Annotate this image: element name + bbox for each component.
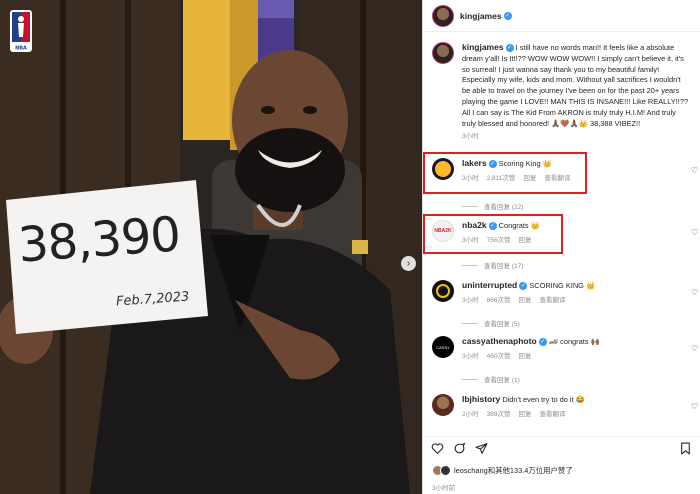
comment-username[interactable]: lakers [462, 158, 487, 168]
comment-text: Scoring King 👑 [498, 159, 552, 168]
carousel-next-button[interactable]: › [401, 256, 416, 271]
avatar[interactable] [432, 280, 454, 302]
view-replies[interactable]: 查看回复 (1) [462, 374, 520, 384]
avatar[interactable] [432, 394, 454, 416]
avatar[interactable] [432, 4, 454, 27]
caption-text: I still have no words man!! It feels lik… [462, 43, 689, 128]
translate-link[interactable]: 查看翻译 [544, 175, 570, 182]
verified-icon: ✓ [488, 222, 497, 231]
share-icon[interactable] [475, 442, 488, 455]
caption-avatar[interactable] [432, 42, 454, 64]
translate-link[interactable]: 查看翻译 [539, 297, 565, 304]
verified-icon: ✓ [503, 11, 512, 20]
comment-likes[interactable]: 460次赞 [487, 353, 511, 360]
comment-time: 3小时 [462, 353, 479, 360]
post-header: kingjames ✓ [423, 0, 700, 32]
liked-by-text: leoschang和其他133.4万位用户赞了 [454, 466, 573, 475]
caption-username[interactable]: kingjames [462, 42, 504, 52]
comments-feed[interactable]: kingjames ✓ I still have no words man!! I… [423, 32, 700, 436]
svg-text:NBA: NBA [15, 46, 27, 52]
header-username[interactable]: kingjames [460, 11, 502, 21]
translate-link[interactable]: 查看翻译 [539, 411, 565, 418]
caption-time: 3小时 [462, 133, 479, 141]
verified-icon: ✓ [488, 160, 497, 169]
likes-summary[interactable]: leoschang和其他133.4万位用户赞了 [432, 465, 573, 476]
reply-button[interactable]: 回复 [518, 237, 531, 244]
comment-time: 3小时 [462, 297, 479, 304]
comment-cassyathenaphoto: CASSY cassyathenaphoto ✓ 🏎 congrats 🙌🏾 3小… [432, 336, 698, 360]
comment-nba2k: NBA2K nba2k ✓ Congrats 👑 3小时 756次赞 回复 ♡ [432, 220, 698, 244]
post-time: 3小时前 [432, 485, 456, 492]
post-actions: leoschang和其他133.4万位用户赞了 3小时前 [423, 436, 700, 494]
comment-likes[interactable]: 756次赞 [487, 237, 511, 244]
comment-lbjhistory: lbjhistory Didn't even try to do it 😂 2小… [432, 394, 698, 418]
heart-icon[interactable]: ♡ [691, 166, 698, 175]
avatar[interactable]: NBA2K [432, 220, 454, 242]
avatar[interactable] [432, 158, 454, 180]
comment-username[interactable]: nba2k [462, 220, 487, 230]
verified-icon: ✓ [505, 44, 514, 53]
like-heart-icon[interactable] [431, 442, 444, 455]
bookmark-icon[interactable] [679, 442, 692, 455]
comment-lakers: lakers ✓ Scoring King 👑 3小时 2,811次赞 回复 查看翻译 … [432, 158, 698, 182]
heart-icon[interactable]: ♡ [691, 288, 698, 297]
comment-time: 3小时 [462, 237, 479, 244]
comment-likes[interactable]: 389次赞 [487, 411, 511, 418]
comment-text: Congrats 👑 [498, 221, 540, 230]
comment-likes[interactable]: 2,811次赞 [487, 175, 516, 182]
post-photo[interactable]: 38,390 Feb.7,2023 NBA › [0, 0, 422, 494]
comment-uninterrupted: uninterrupted ✓ SCORING KING 👑 3小时 866次赞 回复… [432, 280, 698, 304]
comment-time: 2小时 [462, 411, 479, 418]
heart-icon[interactable]: ♡ [691, 402, 698, 411]
view-replies[interactable]: 查看回复 (5) [462, 318, 520, 328]
verified-icon: ✓ [519, 282, 528, 291]
comment-text: SCORING KING 👑 [529, 281, 596, 290]
sign-number: 38,390 [16, 206, 182, 274]
comment-likes[interactable]: 866次赞 [487, 297, 511, 304]
comment-text: 🏎 congrats 🙌🏾 [548, 337, 600, 346]
avatar[interactable]: CASSY [432, 336, 454, 358]
comment-time: 3小时 [462, 175, 479, 182]
heart-icon[interactable]: ♡ [691, 228, 698, 237]
comment-text: Didn't even try to do it 😂 [502, 395, 585, 404]
reply-button[interactable]: 回复 [518, 353, 531, 360]
view-replies[interactable]: 查看回复 (22) [462, 201, 523, 211]
nba-logo: NBA [10, 10, 32, 52]
reply-button[interactable]: 回复 [523, 175, 536, 182]
comment-icon[interactable] [453, 442, 466, 455]
liker-avatar [440, 465, 451, 476]
comment-username[interactable]: lbjhistory [462, 394, 500, 404]
comment-username[interactable]: uninterrupted [462, 280, 517, 290]
instagram-post-view: 38,390 Feb.7,2023 NBA › kingjames ✓ king… [0, 0, 700, 494]
reply-button[interactable]: 回复 [518, 411, 531, 418]
view-replies[interactable]: 查看回复 (17) [462, 260, 523, 270]
post-caption: kingjames ✓ I still have no words man!! I… [432, 42, 690, 143]
heart-icon[interactable]: ♡ [691, 344, 698, 353]
post-side-panel: kingjames ✓ kingjames ✓ I still have no w… [422, 0, 700, 494]
verified-icon: ✓ [538, 338, 547, 347]
comment-username[interactable]: cassyathenaphoto [462, 336, 537, 346]
reply-button[interactable]: 回复 [518, 297, 531, 304]
